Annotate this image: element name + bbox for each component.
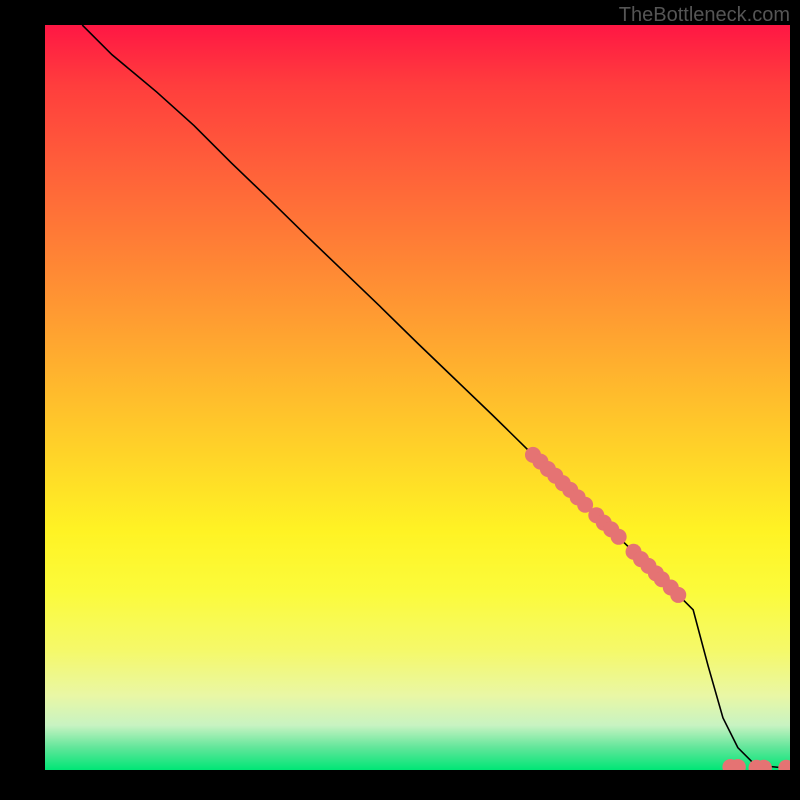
chart-plot-area	[45, 25, 790, 770]
chart-dot	[670, 587, 686, 603]
watermark-text: TheBottleneck.com	[619, 4, 790, 27]
chart-curve	[82, 25, 790, 768]
chart-dot	[778, 760, 790, 770]
chart-dot	[611, 529, 627, 545]
chart-overlay-svg	[45, 25, 790, 770]
chart-dots-group	[525, 447, 790, 770]
